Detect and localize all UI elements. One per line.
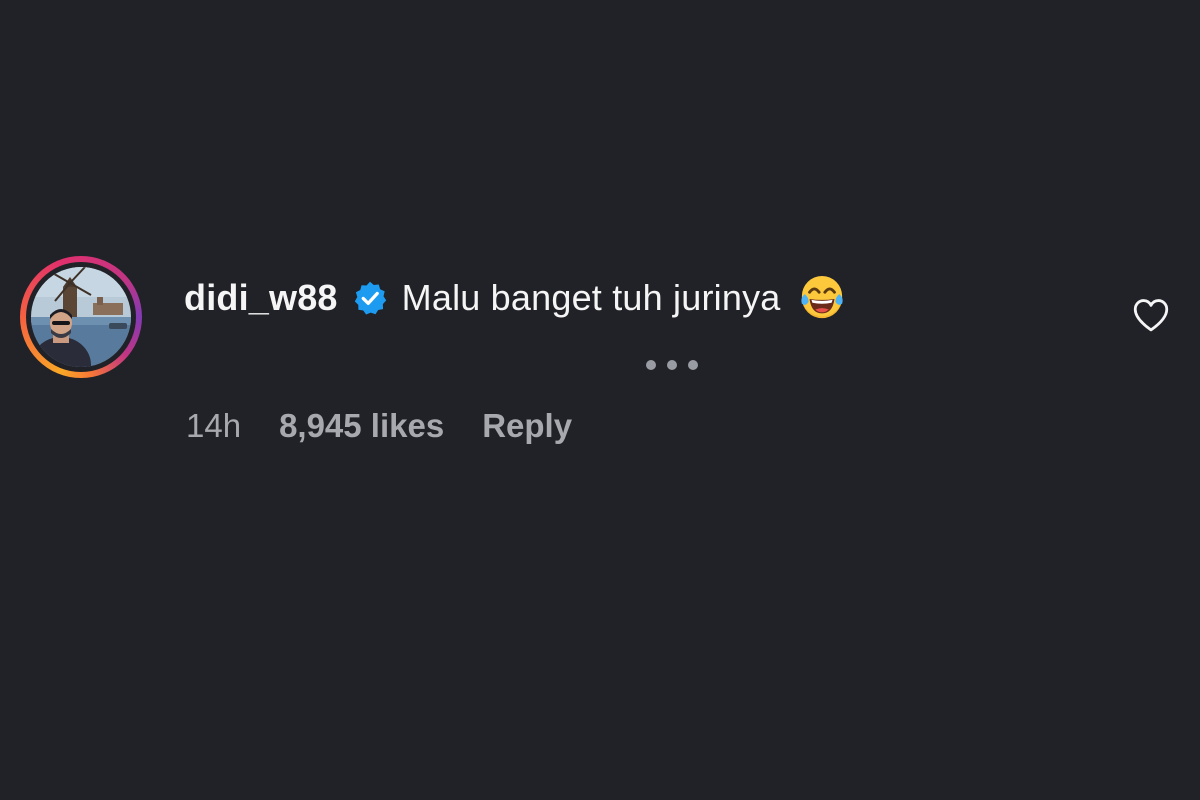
dot (688, 360, 698, 370)
more-options-icon[interactable] (646, 357, 698, 373)
avatar-story-ring[interactable] (20, 256, 142, 378)
comment-text: Malu banget tuh jurinya (401, 277, 781, 318)
comment-body: didi_w88 Malu banget tuh jurinya (184, 274, 845, 322)
verified-badge-icon (354, 281, 386, 315)
comment-item: didi_w88 Malu banget tuh jurinya 14h 8,9… (0, 0, 1200, 800)
reply-button[interactable]: Reply (482, 407, 572, 445)
comment-timestamp: 14h (186, 407, 242, 444)
face-with-tears-of-joy-icon (800, 275, 843, 319)
avatar[interactable] (31, 267, 131, 367)
heart-outline-icon[interactable] (1130, 294, 1172, 336)
likes-count[interactable]: 8,945 likes (279, 407, 444, 445)
comment-meta: 14h 8,945 likes Reply (186, 404, 572, 448)
username[interactable]: didi_w88 (184, 277, 338, 319)
dot (646, 360, 656, 370)
avatar-gap (26, 262, 136, 372)
dot (667, 360, 677, 370)
